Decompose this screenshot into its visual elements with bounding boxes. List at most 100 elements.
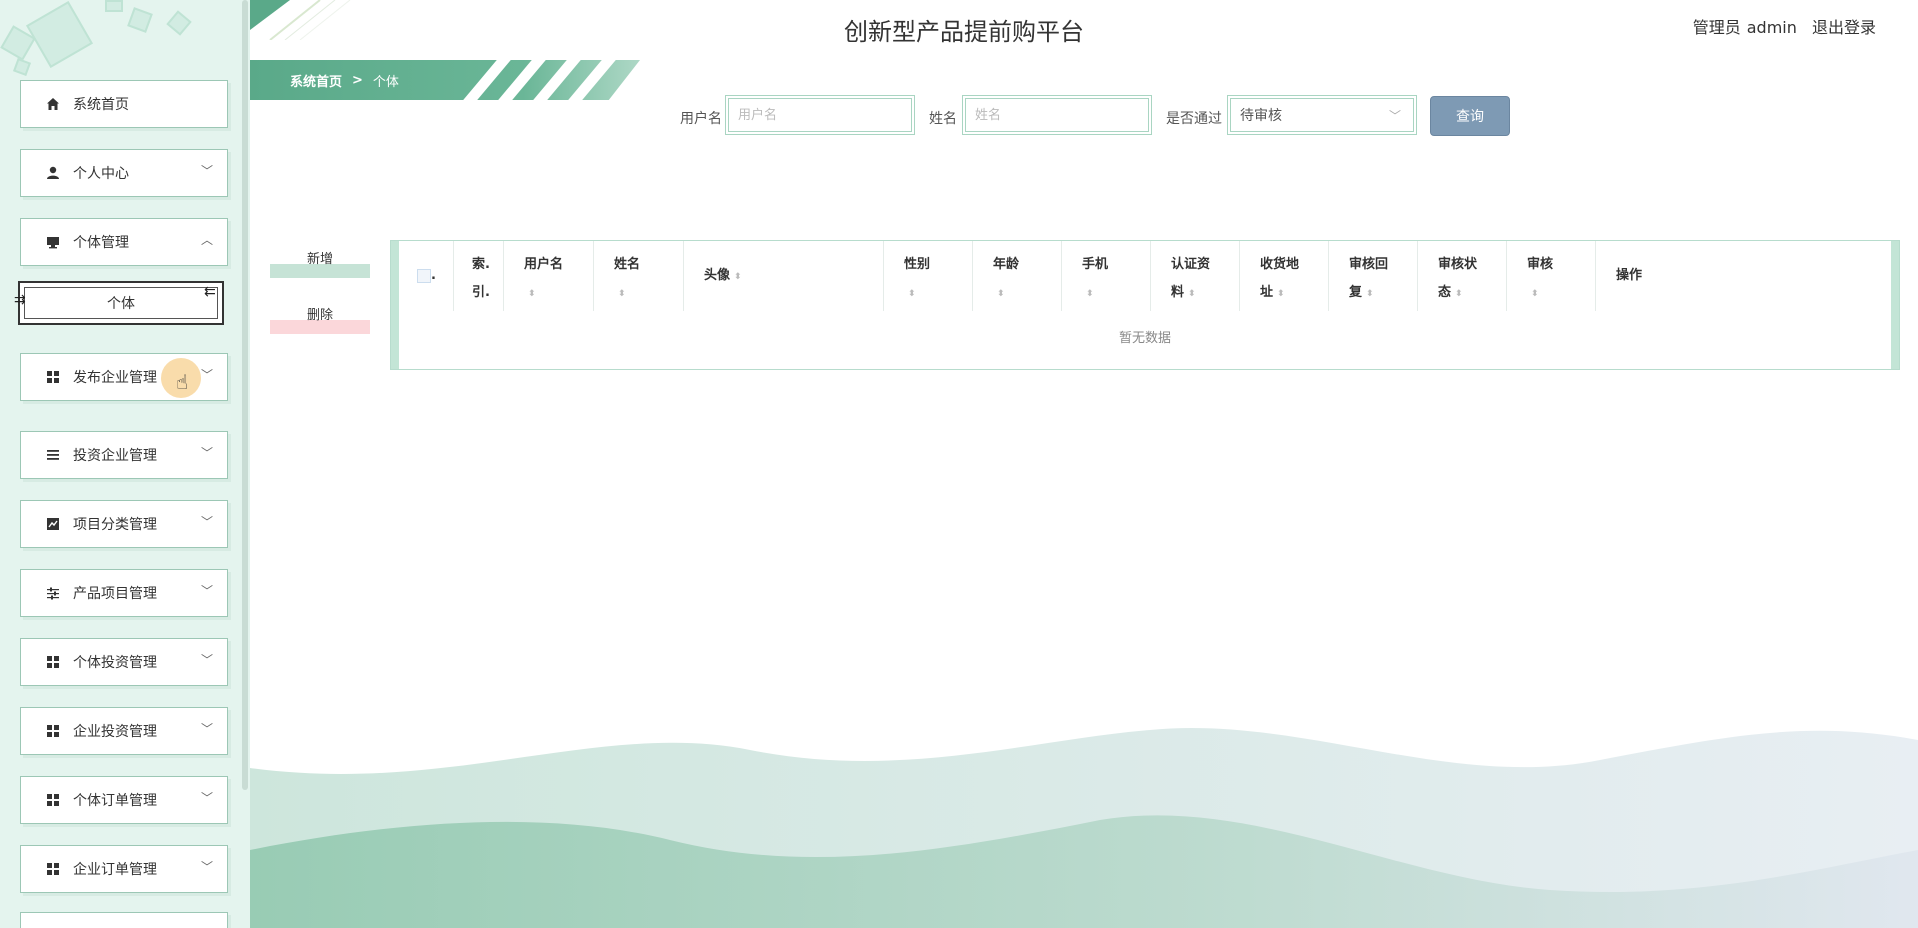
- chevron-down-icon: ﹀: [200, 653, 213, 667]
- column-header-label: 头像: [704, 268, 731, 283]
- breadcrumb-home[interactable]: 系统首页: [290, 71, 342, 90]
- sliders-icon: [45, 585, 61, 601]
- sidebar-item-project-category[interactable]: 项目分类管理 ﹀: [20, 500, 228, 548]
- sidebar-item-label: 个体订单管理: [73, 793, 157, 809]
- logout-link[interactable]: 退出登录: [1812, 18, 1876, 37]
- column-review-status[interactable]: 审核状态 ⬍: [1418, 241, 1507, 311]
- column-address[interactable]: 收货地址 ⬍: [1240, 241, 1329, 311]
- column-phone[interactable]: 手机 ⬍: [1062, 241, 1151, 311]
- sort-icon[interactable]: ⬍: [528, 289, 536, 299]
- column-review-reply[interactable]: 审核回复 ⬍: [1329, 241, 1418, 311]
- column-certification[interactable]: 认证资料 ⬍: [1151, 241, 1240, 311]
- sidebar-item-label: 发布企业管理: [73, 370, 157, 386]
- user-area: 管理员 admin 退出登录: [1693, 14, 1876, 38]
- sort-icon[interactable]: ⬍: [1455, 289, 1463, 299]
- grid-icon: [45, 861, 61, 877]
- sidebar-item-label: 项目分类管理: [73, 517, 157, 533]
- column-header-label: 用户名: [524, 257, 564, 272]
- sidebar-item-home[interactable]: 系统首页: [20, 80, 228, 128]
- approved-select-value: 待审核: [1240, 108, 1282, 124]
- home-icon: [45, 96, 61, 112]
- add-button-label: 新增: [306, 252, 333, 267]
- page-title: 创新型产品提前购平台: [844, 18, 1084, 46]
- add-button[interactable]: 新增: [270, 248, 370, 280]
- sort-icon[interactable]: ⬍: [908, 289, 916, 299]
- approved-select[interactable]: 待审核 ﹀: [1227, 95, 1417, 135]
- chevron-down-icon: ﹀: [200, 368, 213, 382]
- sidebar-item-enterprise-orders[interactable]: 企业订单管理 ﹀: [20, 845, 228, 893]
- column-avatar[interactable]: 头像 ⬍: [684, 241, 884, 311]
- username-label: 用户名: [680, 111, 722, 127]
- sidebar-item-investment-enterprise[interactable]: 投资企业管理 ﹀: [20, 431, 228, 479]
- grid-icon: [45, 792, 61, 808]
- column-header-label: 料: [1171, 285, 1185, 300]
- sidebar-item-label: 个体投资管理: [73, 655, 157, 671]
- sort-icon[interactable]: ⬍: [1277, 289, 1285, 299]
- submenu-item-label: 个体: [107, 296, 135, 312]
- sidebar-decoration: [13, 58, 31, 76]
- table-header: . 索. 引. 用户名 ⬍ 姓名 ⬍ 头像 ⬍ 性别 ⬍ 年龄 ⬍ 手机 ⬍ 认证资料 ⬍: [399, 241, 1891, 311]
- column-header-label: 审核回: [1349, 257, 1389, 272]
- chevron-down-icon: ﹀: [1388, 109, 1401, 123]
- select-all-checkbox[interactable]: [417, 269, 431, 283]
- username-input[interactable]: [725, 95, 915, 135]
- column-header-label: 收货地: [1260, 257, 1300, 272]
- chevron-down-icon: ﹀: [200, 446, 213, 460]
- delete-button-label: 删除: [306, 308, 333, 323]
- empty-state-text: 暂无数据: [1118, 331, 1171, 346]
- submenu-item-individual[interactable]: 个体: [18, 281, 224, 325]
- sidebar-scrollbar[interactable]: [242, 0, 248, 790]
- chevron-down-icon: ﹀: [200, 722, 213, 736]
- background-waves: [250, 727, 1918, 928]
- sort-icon[interactable]: ⬍: [734, 272, 742, 282]
- chevron-down-icon: ﹀: [200, 584, 213, 598]
- hand-cursor-icon: ☝: [176, 370, 189, 394]
- column-header-label: 址: [1260, 285, 1274, 300]
- sidebar-item-enterprise-investment[interactable]: 企业投资管理 ﹀: [20, 707, 228, 755]
- breadcrumb-current: 个体: [372, 74, 399, 90]
- name-input[interactable]: [962, 95, 1152, 135]
- column-header-label: 审核: [1527, 257, 1554, 272]
- sort-icon[interactable]: ⬍: [1086, 289, 1094, 299]
- column-header-label: 认证资: [1171, 257, 1211, 272]
- role-label: 管理员: [1692, 18, 1741, 37]
- chevron-down-icon: ﹀: [200, 164, 213, 178]
- sort-icon[interactable]: ⬍: [1531, 289, 1539, 299]
- sort-icon[interactable]: ⬍: [618, 289, 626, 299]
- sidebar-item-individual-investment[interactable]: 个体投资管理 ﹀: [20, 638, 228, 686]
- sidebar-item-label: 企业投资管理: [73, 724, 157, 740]
- sidebar: 系统首页 个人中心 ﹀ 个体管理 ︿ 个体 ⇉ ⇇ 发布企业管理 ﹀ 投资企业管…: [0, 0, 250, 928]
- breadcrumb-separator: >: [352, 72, 363, 88]
- sidebar-item-personal-center[interactable]: 个人中心 ﹀: [20, 149, 228, 197]
- column-select-all[interactable]: .: [399, 241, 454, 311]
- column-header-label: 索.: [472, 257, 490, 272]
- column-header-label: 手机: [1082, 257, 1109, 272]
- person-icon: [45, 165, 61, 181]
- column-header-label: 操作: [1616, 268, 1643, 283]
- sidebar-item-product-project[interactable]: 产品项目管理 ﹀: [20, 569, 228, 617]
- column-username[interactable]: 用户名 ⬍: [504, 241, 594, 311]
- sort-icon[interactable]: ⬍: [1188, 289, 1196, 299]
- column-index: 索. 引.: [454, 241, 504, 311]
- sidebar-item-label: 企业订单管理: [73, 862, 157, 878]
- monitor-icon: [45, 234, 61, 250]
- column-header-label: 引.: [472, 285, 490, 300]
- chevron-up-icon: ︿: [200, 233, 213, 247]
- delete-button[interactable]: 删除: [270, 304, 370, 336]
- column-age[interactable]: 年龄 ⬍: [973, 241, 1062, 311]
- sidebar-item-label: 个体管理: [73, 235, 129, 251]
- column-name[interactable]: 姓名 ⬍: [594, 241, 684, 311]
- data-table: . 索. 引. 用户名 ⬍ 姓名 ⬍ 头像 ⬍ 性别 ⬍ 年龄 ⬍ 手机 ⬍ 认证资料 ⬍: [390, 240, 1900, 370]
- sort-icon[interactable]: ⬍: [1366, 289, 1374, 299]
- chevron-down-icon: ﹀: [200, 860, 213, 874]
- chevron-down-icon: ﹀: [200, 515, 213, 529]
- approved-label: 是否通过: [1166, 111, 1222, 127]
- sidebar-item-individual-orders[interactable]: 个体订单管理 ﹀: [20, 776, 228, 824]
- sort-icon[interactable]: ⬍: [997, 289, 1005, 299]
- column-header-label: 性别: [904, 257, 931, 272]
- column-review[interactable]: 审核 ⬍: [1507, 241, 1596, 311]
- query-button[interactable]: 查询: [1430, 96, 1510, 136]
- column-gender[interactable]: 性别 ⬍: [884, 241, 973, 311]
- sidebar-item-more[interactable]: [20, 912, 228, 928]
- sidebar-item-individual-management[interactable]: 个体管理 ︿: [20, 218, 228, 266]
